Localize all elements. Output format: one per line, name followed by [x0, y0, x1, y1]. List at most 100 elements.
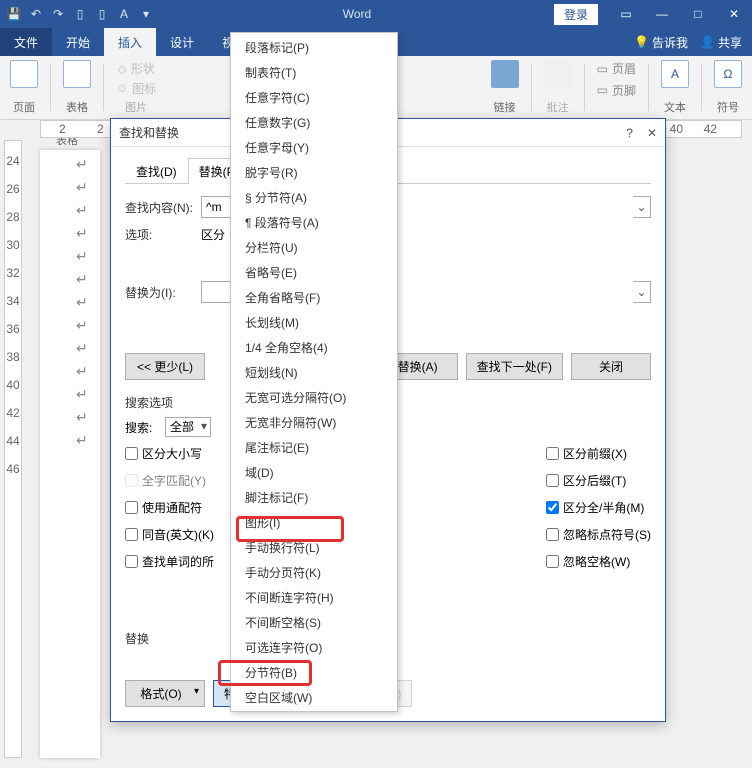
comment-icon [544, 60, 572, 88]
menu-item[interactable]: 分栏符(U) [231, 235, 397, 260]
ribbon-options-icon[interactable]: ▭ [608, 0, 644, 28]
menu-item[interactable]: § 分节符(A) [231, 185, 397, 210]
menu-item[interactable]: 不间断连字符(H) [231, 585, 397, 610]
menu-item[interactable]: 段落标记(P) [231, 35, 397, 60]
symbol-icon: Ω [714, 60, 742, 88]
qat-icon[interactable]: ▯ [94, 6, 110, 22]
replace-combo-arrow[interactable]: ⌄ [633, 281, 651, 303]
paragraph-mark: ↵ [76, 294, 100, 311]
document-page: ↵ ↵ ↵ ↵ ↵ ↵ ↵ ↵ ↵ ↵ ↵ ↵ ↵ [40, 150, 100, 758]
replace-with-label: 替换为(I): [125, 284, 195, 301]
menu-item[interactable]: 无宽非分隔符(W) [231, 410, 397, 435]
table-icon [63, 60, 91, 88]
check-ignore-space[interactable]: 忽略空格(W) [546, 553, 651, 570]
menu-item[interactable]: 手动换行符(L) [231, 535, 397, 560]
tab-file[interactable]: 文件 [0, 28, 52, 56]
check-match-case[interactable]: 区分大小写 [125, 445, 214, 462]
dialog-title: 查找和替换 [119, 124, 179, 141]
check-sounds-like[interactable]: 同音(英文)(K) [125, 526, 214, 543]
menu-item[interactable]: 短划线(N) [231, 360, 397, 385]
check-wildcards[interactable]: 使用通配符 [125, 499, 214, 516]
options-value: 区分 [201, 226, 225, 243]
check-ignore-punct[interactable]: 忽略标点符号(S) [546, 526, 651, 543]
share-button[interactable]: 👤 共享 [700, 34, 742, 51]
less-button[interactable]: << 更少(L) [125, 353, 205, 380]
menu-item[interactable]: 任意数字(G) [231, 110, 397, 135]
check-prefix[interactable]: 区分前缀(X) [546, 445, 651, 462]
find-what-input[interactable] [201, 196, 231, 218]
save-icon[interactable]: 💾 [6, 6, 22, 22]
format-button[interactable]: 格式(O) [125, 680, 205, 707]
menu-item[interactable]: 省略号(E) [231, 260, 397, 285]
menu-item[interactable]: 可选连字符(O) [231, 635, 397, 660]
ribbon-group-table[interactable]: 表格 [59, 60, 95, 115]
paragraph-mark: ↵ [76, 271, 100, 288]
qat-more-icon[interactable]: ▾ [138, 6, 154, 22]
close-button[interactable]: 关闭 [571, 353, 651, 380]
ribbon-group-headerfooter[interactable]: ▭页眉 ▭页脚 [593, 60, 640, 115]
qat-icon[interactable]: ▯ [72, 6, 88, 22]
ribbon-group-link[interactable]: 链接 [487, 60, 523, 115]
close-icon[interactable]: ✕ [647, 126, 657, 140]
ribbon-group-comment: 批注 [540, 60, 576, 115]
menu-item[interactable]: 空白区域(W) [231, 685, 397, 710]
help-icon[interactable]: ? [626, 126, 633, 140]
paragraph-mark: ↵ [76, 179, 100, 196]
menu-item[interactable]: 无宽可选分隔符(O) [231, 385, 397, 410]
tab-design[interactable]: 设计 [156, 28, 208, 56]
search-direction-label: 搜索: [125, 419, 159, 436]
tab-find[interactable]: 查找(D) [125, 158, 188, 184]
find-next-button[interactable]: 查找下一处(F) [466, 353, 563, 380]
menu-item[interactable]: 域(D) [231, 460, 397, 485]
check-full-half[interactable]: 区分全/半角(M) [546, 499, 651, 516]
tab-home[interactable]: 开始 [52, 28, 104, 56]
check-suffix[interactable]: 区分后缀(T) [546, 472, 651, 489]
undo-icon[interactable]: ↶ [28, 6, 44, 22]
menu-item[interactable]: 任意字符(C) [231, 85, 397, 110]
minimize-icon[interactable]: — [644, 0, 680, 28]
ribbon-group-page[interactable]: 页面 [6, 60, 42, 115]
find-combo-arrow[interactable]: ⌄ [633, 196, 651, 218]
find-what-label: 查找内容(N): [125, 199, 195, 216]
menu-item[interactable]: 分节符(B) [231, 660, 397, 685]
menu-item[interactable]: 1/4 全角空格(4) [231, 335, 397, 360]
replace-with-input[interactable] [201, 281, 231, 303]
check-whole-word[interactable]: 全字匹配(Y) [125, 472, 214, 489]
ribbon-group-illustrations: ◇形状 ☺图标 图片 [112, 60, 160, 115]
app-title: Word [160, 7, 554, 21]
menu-item[interactable]: 任意字母(Y) [231, 135, 397, 160]
paragraph-mark: ↵ [76, 202, 100, 219]
menu-item[interactable]: 脚注标记(F) [231, 485, 397, 510]
maximize-icon[interactable]: □ [680, 0, 716, 28]
options-label: 选项: [125, 226, 195, 243]
ribbon-group-symbol[interactable]: Ω 符号 [710, 60, 746, 115]
qat-icon[interactable]: A [116, 6, 132, 22]
paragraph-mark: ↵ [76, 363, 100, 380]
search-direction-select[interactable]: 全部 [165, 417, 211, 437]
menu-item[interactable]: 制表符(T) [231, 60, 397, 85]
menu-item[interactable]: 尾注标记(E) [231, 435, 397, 460]
menu-item[interactable]: 图形(I) [231, 510, 397, 535]
paragraph-mark: ↵ [76, 409, 100, 426]
paragraph-mark: ↵ [76, 386, 100, 403]
link-icon [491, 60, 519, 88]
menu-item[interactable]: 脱字号(R) [231, 160, 397, 185]
shapes-icon: ◇ [118, 62, 127, 76]
menu-item[interactable]: 全角省略号(F) [231, 285, 397, 310]
check-word-forms[interactable]: 查找单词的所 [125, 553, 214, 570]
quick-access-toolbar: 💾 ↶ ↷ ▯ ▯ A ▾ [0, 6, 160, 22]
title-bar: 💾 ↶ ↷ ▯ ▯ A ▾ Word 登录 ▭ — □ ✕ [0, 0, 752, 28]
menu-item[interactable]: 长划线(M) [231, 310, 397, 335]
redo-icon[interactable]: ↷ [50, 6, 66, 22]
menu-item[interactable]: 不间断空格(S) [231, 610, 397, 635]
special-format-menu: 段落标记(P) 制表符(T) 任意字符(C) 任意数字(G) 任意字母(Y) 脱… [230, 32, 398, 712]
paragraph-mark: ↵ [76, 432, 100, 449]
tab-insert[interactable]: 插入 [104, 28, 156, 56]
close-icon[interactable]: ✕ [716, 0, 752, 28]
menu-item-manual-page-break[interactable]: 手动分页符(K) [231, 560, 397, 585]
menu-item[interactable]: ¶ 段落符号(A) [231, 210, 397, 235]
textbox-icon: A [661, 60, 689, 88]
ribbon-group-text[interactable]: A 文本 [657, 60, 693, 115]
login-button[interactable]: 登录 [554, 4, 598, 25]
tell-me[interactable]: 💡 告诉我 [634, 34, 688, 51]
